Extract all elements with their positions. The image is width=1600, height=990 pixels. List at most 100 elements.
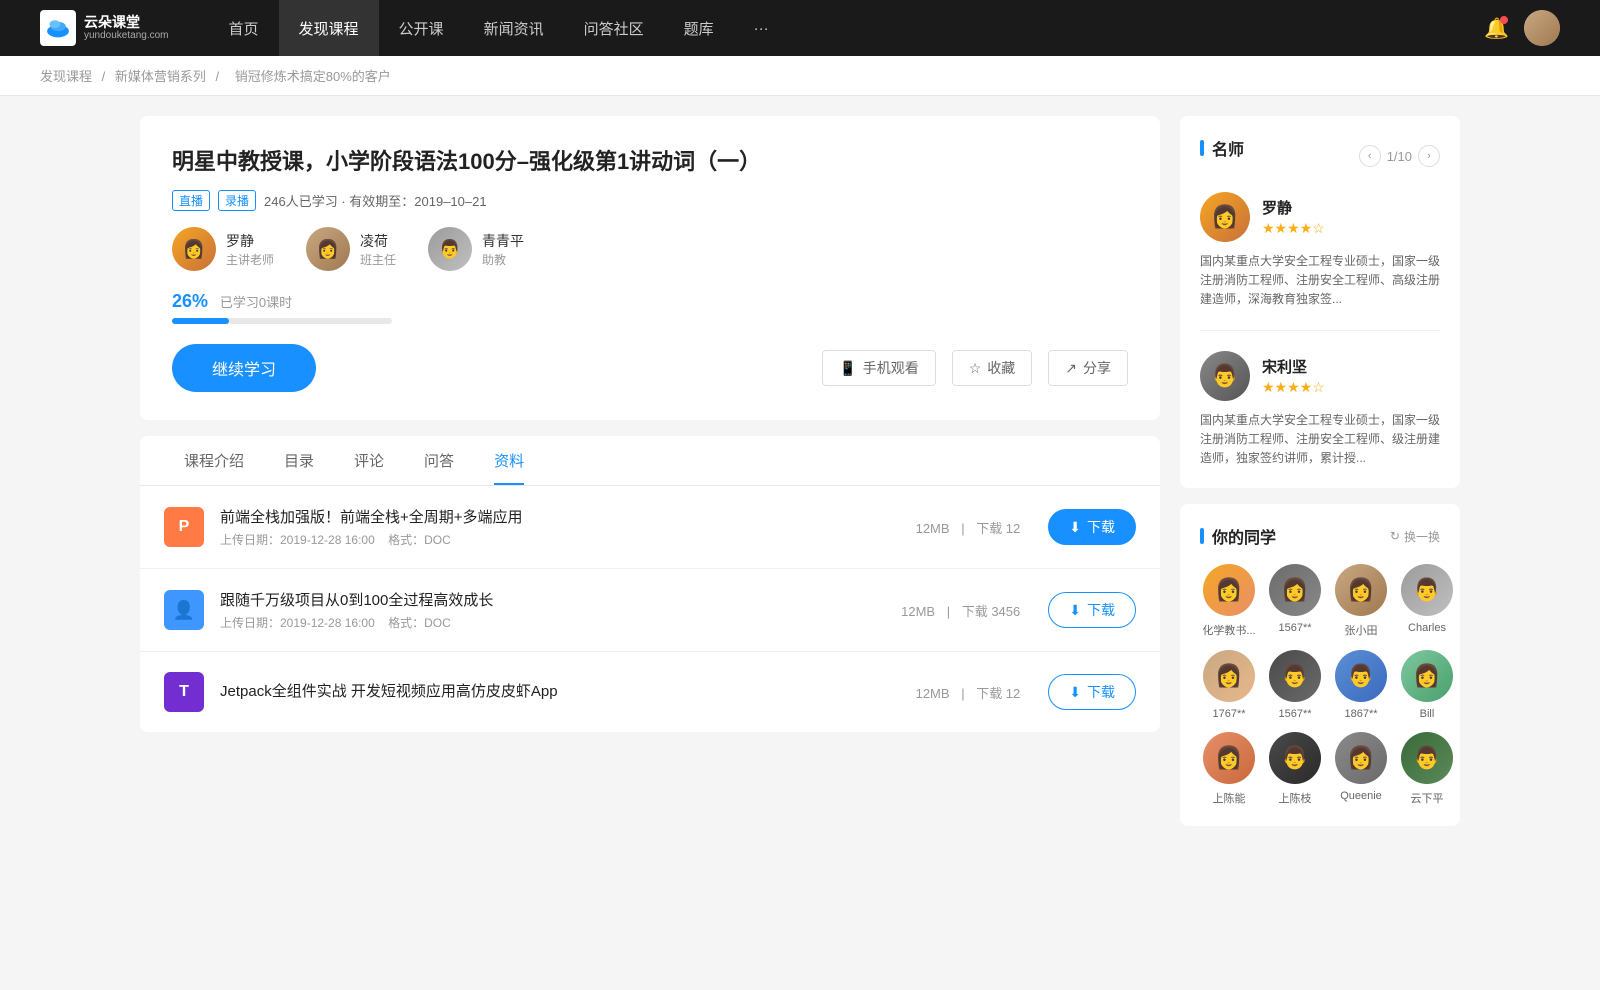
refresh-label: 换一换: [1404, 528, 1440, 545]
course-title: 明星中教授课，小学阶段语法100分–强化级第1讲动词（一）: [172, 144, 1128, 176]
teacher-avatar-2: 👩: [306, 227, 350, 271]
classmate-name-12: 云下平: [1398, 790, 1456, 806]
share-btn[interactable]: ↗ 分享: [1048, 350, 1128, 386]
mobile-watch-btn[interactable]: 📱 手机观看: [822, 350, 935, 386]
classmate-name-4: Charles: [1398, 622, 1456, 634]
download-btn-2[interactable]: ⬇ 下载: [1048, 592, 1136, 628]
resource-stats-1: 12MB | 下载 12: [912, 518, 1025, 537]
classmate-6[interactable]: 👨 1567**: [1266, 650, 1324, 720]
tab-catalog[interactable]: 目录: [264, 436, 334, 485]
nav-more[interactable]: ···: [734, 0, 789, 56]
classmate-avatar-12: 👨: [1401, 732, 1453, 784]
sidebar-teacher-stars-2: ★★★★☆: [1262, 379, 1325, 396]
sidebar-teacher-name-1: 罗静: [1262, 197, 1325, 218]
classmate-3[interactable]: 👩 张小田: [1332, 564, 1390, 638]
logo[interactable]: 云朵课堂 yundouketang.com: [40, 10, 169, 46]
course-actions: 继续学习 📱 手机观看 ☆ 收藏 ↗ 分享: [172, 344, 1128, 392]
nav-home[interactable]: 首页: [209, 0, 279, 56]
classmate-avatar-9: 👩: [1203, 732, 1255, 784]
resource-icon-3: T: [164, 672, 204, 712]
resource-info-1: 前端全栈加强版！前端全栈+全周期+多端应用 上传日期：2019-12-28 16…: [220, 506, 888, 548]
tab-resource[interactable]: 资料: [474, 436, 544, 485]
download-btn-1[interactable]: ⬇ 下载: [1048, 509, 1136, 545]
teachers-next[interactable]: ›: [1418, 145, 1440, 167]
teachers-card: 名师 ‹ 1/10 › 👩 罗静 ★★★★☆ 国内某重点大学安全工程专业硕士，国…: [1180, 116, 1460, 488]
classmate-name-1: 化学教书...: [1200, 622, 1258, 638]
nav-right: 🔔: [1484, 10, 1560, 46]
teacher-role-2: 班主任: [360, 251, 396, 268]
user-avatar[interactable]: [1524, 10, 1560, 46]
progress-label: 已学习0课时: [220, 295, 292, 310]
breadcrumb-discover[interactable]: 发现课程: [40, 69, 92, 84]
classmate-avatar-11: 👩: [1335, 732, 1387, 784]
tab-qa[interactable]: 问答: [404, 436, 474, 485]
classmate-2[interactable]: 👩 1567**: [1266, 564, 1324, 638]
tag-live: 直播: [172, 190, 210, 211]
sidebar-teacher-desc-2: 国内某重点大学安全工程专业硕士，国家一级注册消防工程师、注册安全工程师、级注册建…: [1200, 411, 1440, 469]
classmate-name-2: 1567**: [1266, 622, 1324, 634]
classmate-avatar-7: 👨: [1335, 650, 1387, 702]
notification-dot: [1500, 16, 1508, 24]
classmate-7[interactable]: 👨 1867**: [1332, 650, 1390, 720]
classmate-avatar-4: 👨: [1401, 564, 1453, 616]
nav-discover[interactable]: 发现课程: [279, 0, 379, 56]
sidebar-teacher-desc-1: 国内某重点大学安全工程专业硕士，国家一级注册消防工程师、注册安全工程师、高级注册…: [1200, 252, 1440, 310]
classmates-card: 你的同学 ↻ 换一换 👩 化学教书... 👩 1567** 👩: [1180, 504, 1460, 826]
classmate-avatar-5: 👩: [1203, 650, 1255, 702]
resource-name-1: 前端全栈加强版！前端全栈+全周期+多端应用: [220, 506, 888, 527]
breadcrumb-current: 销冠修炼术搞定80%的客户: [235, 69, 391, 84]
course-teachers: 👩 罗静 主讲老师 👩 凌荷 班主任 👨 青青平: [172, 227, 1128, 271]
download-btn-3[interactable]: ⬇ 下载: [1048, 674, 1136, 710]
classmate-11[interactable]: 👩 Queenie: [1332, 732, 1390, 806]
teachers-prev[interactable]: ‹: [1359, 145, 1381, 167]
notification-bell[interactable]: 🔔: [1484, 16, 1508, 40]
download-icon-1: ⬇: [1069, 519, 1081, 536]
breadcrumb-series[interactable]: 新媒体营销系列: [115, 69, 206, 84]
classmate-10[interactable]: 👨 上陈枝: [1266, 732, 1324, 806]
nav-qa[interactable]: 问答社区: [564, 0, 664, 56]
classmate-9[interactable]: 👩 上陈能: [1200, 732, 1258, 806]
teacher-avatar-3: 👨: [428, 227, 472, 271]
tab-review[interactable]: 评论: [334, 436, 404, 485]
resource-name-2: 跟随千万级项目从0到100全过程高效成长: [220, 589, 873, 610]
classmate-12[interactable]: 👨 云下平: [1398, 732, 1456, 806]
classmate-name-7: 1867**: [1332, 708, 1390, 720]
logo-title: 云朵课堂: [84, 14, 169, 31]
tag-record: 录播: [218, 190, 256, 211]
progress-bar-fill: [172, 318, 229, 324]
teacher-name-1: 罗静: [226, 231, 274, 251]
classmates-header: 你的同学 ↻ 换一换: [1200, 524, 1440, 548]
classmate-8[interactable]: 👩 Bill: [1398, 650, 1456, 720]
nav-open[interactable]: 公开课: [379, 0, 464, 56]
progress-bar-bg: [172, 318, 392, 324]
main-layout: 明星中教授课，小学阶段语法100分–强化级第1讲动词（一） 直播 录播 246人…: [100, 96, 1500, 862]
classmate-name-6: 1567**: [1266, 708, 1324, 720]
teachers-title-row: 名师 ‹ 1/10 ›: [1200, 136, 1440, 176]
course-meta: 246人已学习 · 有效期至：2019–10–21: [264, 191, 487, 210]
resource-name-3: Jetpack全组件实战 开发短视频应用高仿皮皮虾App: [220, 680, 888, 701]
refresh-button[interactable]: ↻ 换一换: [1390, 528, 1440, 545]
classmate-1[interactable]: 👩 化学教书...: [1200, 564, 1258, 638]
logo-sub: yundouketang.com: [84, 30, 169, 42]
tabs-section: 课程介绍 目录 评论 问答 资料 P 前端全栈加强版！前端全栈+全周期+多端应用…: [140, 436, 1160, 732]
classmate-5[interactable]: 👩 1767**: [1200, 650, 1258, 720]
share-label: 分享: [1083, 358, 1111, 378]
resource-stats-3: 12MB | 下载 12: [912, 683, 1025, 702]
nav-quiz[interactable]: 题库: [664, 0, 734, 56]
tab-intro[interactable]: 课程介绍: [164, 436, 264, 485]
action-buttons: 📱 手机观看 ☆ 收藏 ↗ 分享: [822, 350, 1128, 386]
collect-btn[interactable]: ☆ 收藏: [952, 350, 1033, 386]
classmate-name-3: 张小田: [1332, 622, 1390, 638]
content-left: 明星中教授课，小学阶段语法100分–强化级第1讲动词（一） 直播 录播 246人…: [140, 116, 1160, 842]
classmate-4[interactable]: 👨 Charles: [1398, 564, 1456, 638]
continue-button[interactable]: 继续学习: [172, 344, 316, 392]
mobile-watch-label: 手机观看: [863, 358, 919, 378]
nav-news[interactable]: 新闻资讯: [464, 0, 564, 56]
classmate-avatar-1: 👩: [1203, 564, 1255, 616]
download-icon-3: ⬇: [1069, 684, 1081, 701]
classmate-name-5: 1767**: [1200, 708, 1258, 720]
resource-item-3: T Jetpack全组件实战 开发短视频应用高仿皮皮虾App 12MB | 下载…: [140, 652, 1160, 732]
teachers-page: 1/10: [1387, 149, 1412, 164]
teacher-3: 👨 青青平 助教: [428, 227, 524, 271]
classmates-title-bar: [1200, 528, 1204, 544]
